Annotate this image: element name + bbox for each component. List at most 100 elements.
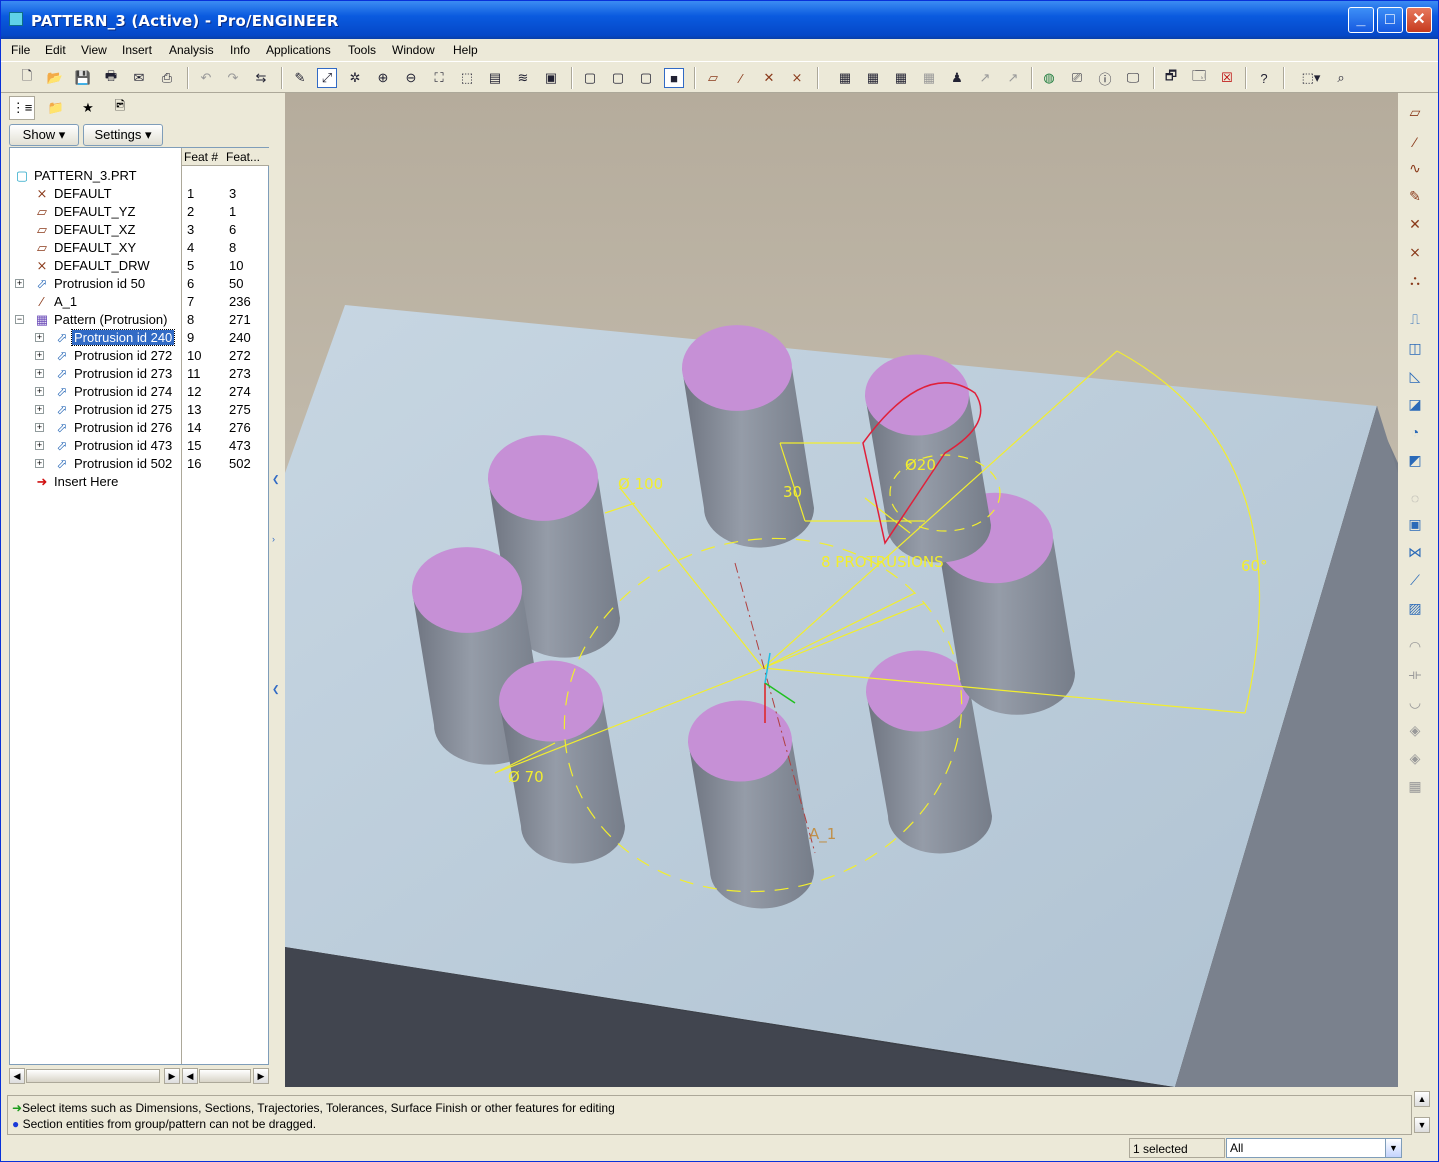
tree-row[interactable]: + ⬀ Protrusion id 50 6 50 xyxy=(10,275,268,293)
copy-tool-icon[interactable]: ◠ xyxy=(1404,635,1426,657)
zoom-in-icon[interactable]: ⊕ xyxy=(373,68,393,88)
dim-pattern-count[interactable]: 8 PROTRUSIONS xyxy=(821,553,944,571)
window-list-icon[interactable]: 🗔 xyxy=(1189,68,1209,88)
sketch-icon[interactable]: ✎ xyxy=(290,68,310,88)
collapse-left-icon[interactable]: ❮ xyxy=(272,474,280,485)
monitor-icon[interactable]: 🖵 xyxy=(1123,68,1143,88)
menu-info[interactable]: Info xyxy=(230,43,250,57)
scroll-right-icon[interactable]: ▶ xyxy=(164,1068,180,1084)
axis-label[interactable]: A_1 xyxy=(809,825,836,844)
regenerate-icon[interactable]: ⇆ xyxy=(251,68,271,88)
blend-tool-icon[interactable]: ◪ xyxy=(1404,393,1426,415)
close-button[interactable]: ✕ xyxy=(1406,7,1432,33)
tree-row[interactable]: ⨯ DEFAULT 1 3 xyxy=(10,185,268,203)
tree-row[interactable]: + ⬀ Protrusion id 274 12 274 xyxy=(10,383,268,401)
expand-icon[interactable]: + xyxy=(35,459,44,468)
view-manager-icon[interactable]: ▣ xyxy=(541,68,561,88)
expand-icon[interactable]: + xyxy=(35,351,44,360)
datum-curve-tool-icon[interactable]: ∿ xyxy=(1404,157,1426,179)
selection-filter-select[interactable]: All ▼ xyxy=(1226,1138,1402,1158)
settings-dropdown[interactable]: Settings ▾ xyxy=(83,124,163,146)
title-bar[interactable]: PATTERN_3 (Active) - Pro/ENGINEER _ □ ✕ xyxy=(1,1,1438,39)
rib-tool-icon[interactable]: ⋈ xyxy=(1404,541,1426,563)
tree-row[interactable]: ⨯ DEFAULT_DRW 5 10 xyxy=(10,257,268,275)
model-tree-globe-icon[interactable]: ◍ xyxy=(1039,68,1059,88)
dim-diameter-20[interactable]: Ø20 xyxy=(905,456,936,474)
tree-row[interactable]: + ⬀ Protrusion id 473 15 473 xyxy=(10,437,268,455)
tree-row[interactable]: + ⬀ Protrusion id 273 11 273 xyxy=(10,365,268,383)
refit-icon[interactable]: ⛶ xyxy=(429,68,449,88)
tool-a-icon[interactable]: ▦ xyxy=(835,68,855,88)
find-icon[interactable]: ⌕ xyxy=(1331,68,1351,88)
tree-row[interactable]: + ⬀ Protrusion id 272 10 272 xyxy=(10,347,268,365)
dim-30[interactable]: 30 xyxy=(783,483,802,501)
favorites-tab-icon[interactable]: ★ xyxy=(75,96,101,120)
expand-icon[interactable]: + xyxy=(35,405,44,414)
tree-row[interactable]: ▱ DEFAULT_XY 4 8 xyxy=(10,239,268,257)
menu-file[interactable]: File xyxy=(11,43,30,57)
smart-filter-icon[interactable]: ⬚▾ xyxy=(1293,68,1329,88)
chevron-down-icon[interactable]: ▼ xyxy=(1385,1139,1401,1157)
tool-b-icon[interactable]: ▦ xyxy=(863,68,883,88)
menu-insert[interactable]: Insert xyxy=(122,43,152,57)
column-feat-id[interactable]: Feat... xyxy=(226,150,260,164)
scroll-thumb[interactable] xyxy=(199,1069,251,1083)
send-mail-icon[interactable]: ✉ xyxy=(129,68,149,88)
redo-icon[interactable]: ↷ xyxy=(223,68,243,88)
minimize-button[interactable]: _ xyxy=(1348,7,1374,33)
hidden-line-icon[interactable]: ▢ xyxy=(608,68,628,88)
tool-c-icon[interactable]: ▦ xyxy=(891,68,911,88)
panel-splitter[interactable]: ❮ › ❮ xyxy=(269,94,283,1087)
tool-f-icon[interactable]: ↗ xyxy=(975,68,995,88)
tree-row[interactable]: ▱ DEFAULT_XZ 3 6 xyxy=(10,221,268,239)
context-help-icon[interactable]: ? xyxy=(1254,68,1274,88)
tree-row[interactable]: ⁄ A_1 7 236 xyxy=(10,293,268,311)
datum-point-tool-icon[interactable]: ✕ xyxy=(1404,213,1426,235)
round-tool-icon[interactable]: ◔ xyxy=(1404,421,1426,443)
spin-center-icon[interactable]: ✲ xyxy=(345,68,365,88)
window-activate-icon[interactable]: 🗗 xyxy=(1161,68,1181,88)
show-dropdown[interactable]: Show ▾ xyxy=(9,124,79,146)
info-icon[interactable]: ⓘ xyxy=(1095,68,1115,88)
chamfer-tool-icon[interactable]: ◩ xyxy=(1404,449,1426,471)
trim-tool-icon[interactable]: ◈ xyxy=(1404,719,1426,741)
message-scrollbar[interactable]: ▲ ▼ xyxy=(1414,1091,1431,1135)
dim-diameter-70[interactable]: Ø 70 xyxy=(508,768,544,786)
offset-tool-icon[interactable]: ◈ xyxy=(1404,747,1426,769)
expand-icon[interactable]: + xyxy=(35,441,44,450)
expand-icon[interactable]: + xyxy=(15,279,24,288)
menu-view[interactable]: View xyxy=(81,43,107,57)
shell-tool-icon[interactable]: ▣ xyxy=(1404,513,1426,535)
expand-icon[interactable]: + xyxy=(35,369,44,378)
datum-points-toggle-icon[interactable]: ✕ xyxy=(759,68,779,88)
scroll-thumb[interactable] xyxy=(26,1069,160,1083)
menu-tools[interactable]: Tools xyxy=(348,43,376,57)
hole-tool-icon[interactable]: ◌ xyxy=(1404,487,1426,509)
datum-planes-toggle-icon[interactable]: ▱ xyxy=(703,68,723,88)
tool-g-icon[interactable]: ↗ xyxy=(1003,68,1023,88)
shading-icon[interactable]: ■ xyxy=(664,68,684,88)
tool-e-icon[interactable]: ♟ xyxy=(947,68,967,88)
scroll-left-icon[interactable]: ◀ xyxy=(9,1068,25,1084)
expand-icon[interactable]: + xyxy=(35,333,44,342)
draft-tool-icon[interactable]: ⟋ xyxy=(1404,569,1426,591)
reorient-icon[interactable]: ⬚ xyxy=(457,68,477,88)
tool-d-icon[interactable]: ▦ xyxy=(919,68,939,88)
menu-window[interactable]: Window xyxy=(392,43,435,57)
graphics-window[interactable]: Ø 100 30 Ø20 8 PROTRUSIONS 60° Ø 70 A_1 xyxy=(285,93,1398,1087)
tree-row[interactable]: + ⬀ Protrusion id 502 16 502 xyxy=(10,455,268,473)
open-folder-icon[interactable]: 📂 xyxy=(45,68,65,88)
tree-horizontal-scrollbar[interactable]: ◀ ▶ ◀ ▶ xyxy=(9,1068,269,1085)
tree-row[interactable]: + ⬀ Protrusion id 240 9 240 xyxy=(10,329,268,347)
dim-angle-60[interactable]: 60° xyxy=(1241,557,1268,575)
datum-plane-tool-icon[interactable]: ▱ xyxy=(1404,101,1426,123)
connections-tab-icon[interactable]: 🖻 xyxy=(107,96,133,120)
tree-root[interactable]: ▢ PATTERN_3.PRT xyxy=(10,167,268,185)
merge-tool-icon[interactable]: ◡ xyxy=(1404,691,1426,713)
thicken-tool-icon[interactable]: ▦ xyxy=(1404,775,1426,797)
folder-browser-tab-icon[interactable]: 📁 xyxy=(43,96,69,120)
datum-axis-tool-icon[interactable]: ⁄ xyxy=(1404,131,1426,153)
scroll-up-icon[interactable]: ▲ xyxy=(1414,1091,1430,1107)
extrude-tool-icon[interactable]: ⎍ xyxy=(1404,308,1426,330)
print-icon[interactable]: 🖶 xyxy=(101,68,121,88)
